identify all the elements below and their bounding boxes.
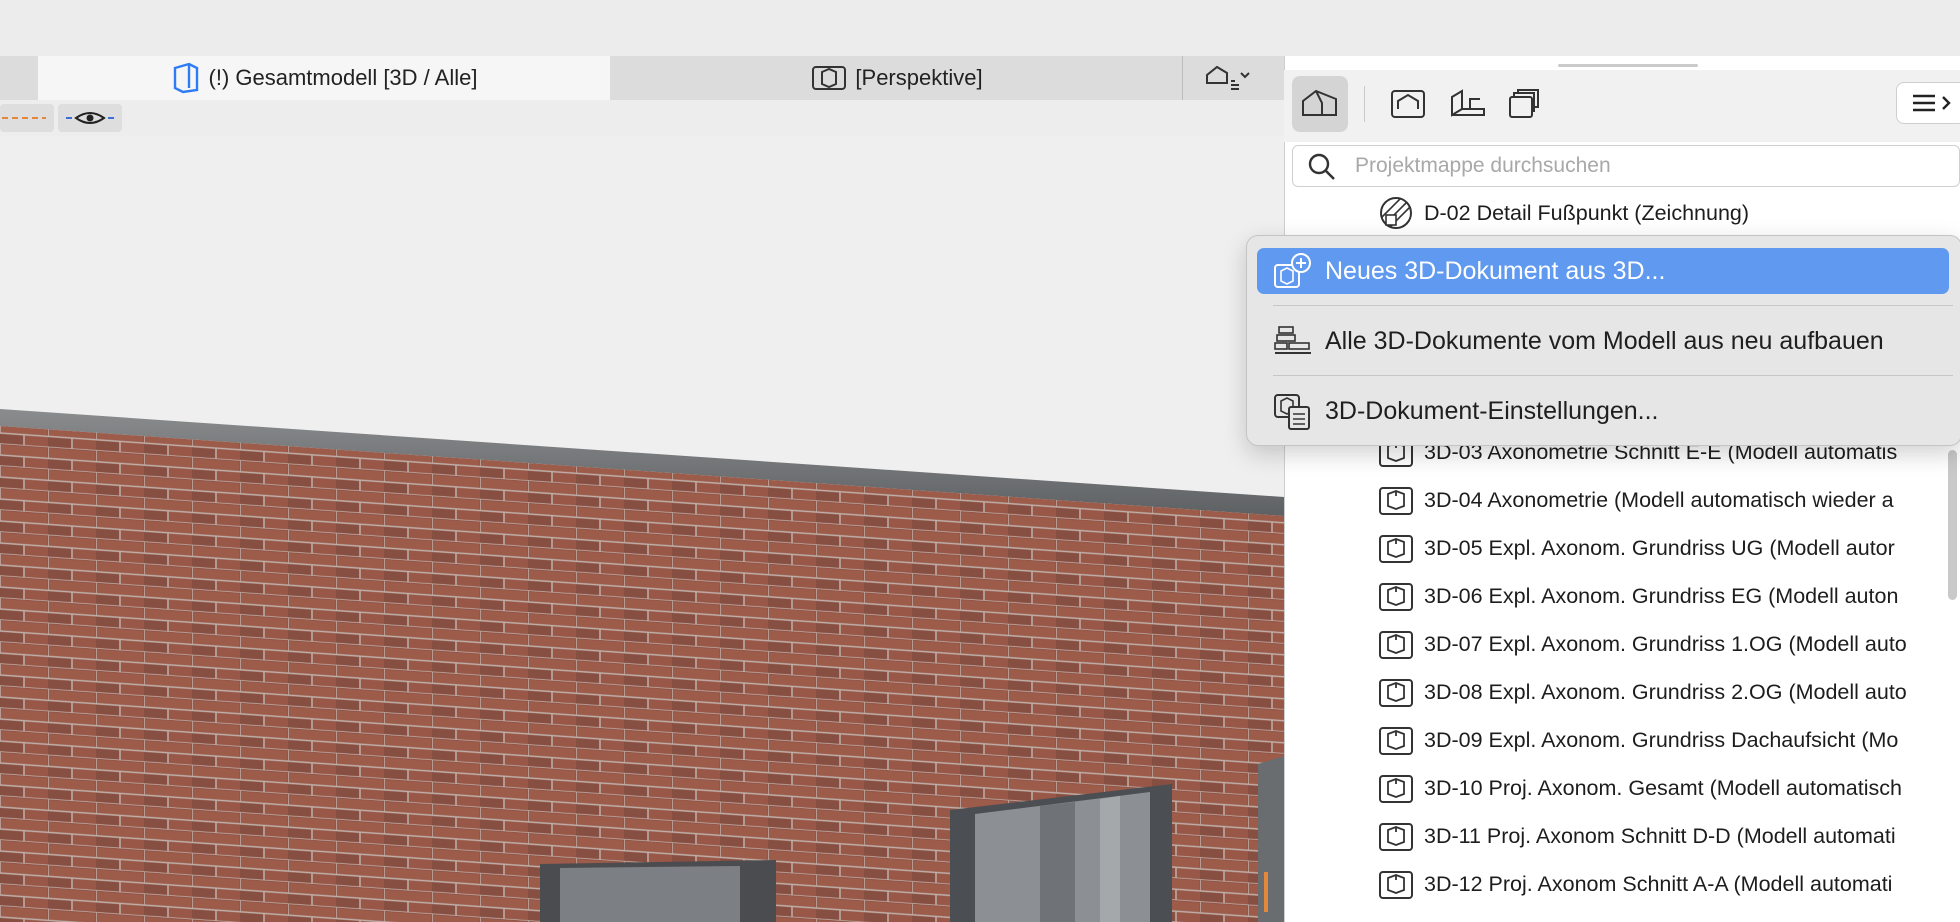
search-icon [1308,153,1335,180]
list-item-label: 3D-05 Expl. Axonom. Grundriss UG (Modell… [1424,535,1895,560]
document-3d-icon [1378,866,1414,902]
menu-separator [1273,375,1953,376]
list-item-3d06[interactable]: 3D-06 Expl. Axonom. Grundriss EG (Modell… [1378,576,1898,616]
model-view-button[interactable] [1292,76,1348,132]
3d-viewport[interactable] [0,136,1284,922]
publisher-icon [1509,89,1539,118]
search-input[interactable] [1353,153,1917,179]
panel-drag-handle[interactable] [1558,64,1698,67]
rebuild-icon [1273,321,1313,361]
house-3d-icon [1302,89,1337,116]
menu-item-rebuild-all[interactable]: Alle 3D-Dokumente vom Modell aus neu auf… [1257,318,1949,364]
list-item-label: 3D-08 Expl. Axonom. Grundriss 2.OG (Mode… [1424,679,1907,704]
view-map-button[interactable] [1380,76,1436,132]
document-3d-icon [1378,674,1414,710]
perspective-icon [812,66,847,90]
menu-item-label: Neues 3D-Dokument aus 3D... [1325,256,1666,285]
tab-gesamtmodell-label: (!) Gesamtmodell [3D / Alle] [208,65,478,90]
title-area [0,0,1960,56]
building-render [0,136,1284,922]
line-type-button[interactable] [0,104,54,132]
list-item-label: 3D-12 Proj. Axonom Schnitt A-A (Modell a… [1424,871,1893,896]
list-item-label: 3D-06 Expl. Axonom. Grundriss EG (Modell… [1424,583,1899,608]
menu-item-label: 3D-Dokument-Einstellungen... [1325,396,1659,425]
list-item-3d09[interactable]: 3D-09 Expl. Axonom. Grundriss Dachaufsic… [1378,720,1898,760]
dashed-line-icon [2,117,46,119]
list-item-label: 3D-10 Proj. Axonom. Gesamt (Modell autom… [1424,775,1902,800]
document-3d-icon [1378,482,1414,518]
list-item-d02[interactable]: D-02 Detail Fußpunkt (Zeichnung) [1378,193,1749,233]
list-item-3d04[interactable]: 3D-04 Axonometrie (Modell automatisch wi… [1378,480,1894,520]
toolbar-separator [1364,86,1365,122]
list-item-label: D-02 Detail Fußpunkt (Zeichnung) [1424,200,1750,225]
tab-perspektive[interactable]: [Perspektive] [612,56,1182,100]
view-map-icon [1391,90,1425,118]
document-settings-icon [1273,391,1313,431]
layout-book-button[interactable] [1440,76,1496,132]
view-tab-bar: (!) Gesamtmodell [3D / Alle] [Perspektiv… [0,56,1284,101]
tab-gesamtmodell[interactable]: (!) Gesamtmodell [3D / Alle] [38,56,610,100]
list-item-3d08[interactable]: 3D-08 Expl. Axonom. Grundriss 2.OG (Mode… [1378,672,1907,712]
view-toolbar [0,100,1284,136]
context-menu: Neues 3D-Dokument aus 3D... Alle 3D-Doku… [1246,235,1960,446]
layout-book-icon [1451,89,1485,117]
visibility-button[interactable] [58,104,122,132]
list-item-3d11[interactable]: 3D-11 Proj. Axonom Schnitt D-D (Modell a… [1378,816,1896,856]
menu-separator [1273,305,1953,306]
document-3d-icon [1378,626,1414,662]
view-options-icon [1206,65,1250,90]
menu-item-label: Alle 3D-Dokumente vom Modell aus neu auf… [1325,326,1884,355]
new-3d-document-icon [1273,251,1313,291]
tab-perspektive-label: [Perspektive] [855,65,983,90]
document-3d-icon [1378,770,1414,806]
document-3d-icon [1378,818,1414,854]
list-item-label: 3D-04 Axonometrie (Modell automatisch wi… [1424,487,1894,512]
eye-icon [66,112,114,124]
list-item-label: 3D-11 Proj. Axonom Schnitt D-D (Modell a… [1424,823,1896,848]
drawing-icon [1378,195,1414,231]
navigator-toolbar [1284,70,1960,142]
menu-icon [1913,94,1951,112]
panel-menu-button[interactable] [1896,82,1960,124]
document-3d-icon [1378,530,1414,566]
list-item-3d05[interactable]: 3D-05 Expl. Axonom. Grundriss UG (Modell… [1378,528,1895,568]
project-search-field[interactable] [1292,145,1960,187]
menu-item-3d-document-settings[interactable]: 3D-Dokument-Einstellungen... [1257,388,1949,434]
document-3d-icon [1378,722,1414,758]
model-3d-icon [173,62,198,94]
view-options-dropdown[interactable] [1182,56,1284,100]
document-3d-icon [1378,578,1414,614]
list-item-3d10[interactable]: 3D-10 Proj. Axonom. Gesamt (Modell autom… [1378,768,1902,808]
publisher-button[interactable] [1496,76,1552,132]
panel-scrollbar[interactable] [1948,450,1957,600]
list-item-label: 3D-07 Expl. Axonom. Grundriss 1.OG (Mode… [1424,631,1907,656]
list-item-label: 3D-09 Expl. Axonom. Grundriss Dachaufsic… [1424,727,1899,752]
list-item-3d07[interactable]: 3D-07 Expl. Axonom. Grundriss 1.OG (Mode… [1378,624,1907,664]
menu-item-new-3d-document[interactable]: Neues 3D-Dokument aus 3D... [1257,248,1949,294]
list-item-3d12[interactable]: 3D-12 Proj. Axonom Schnitt A-A (Modell a… [1378,864,1892,904]
